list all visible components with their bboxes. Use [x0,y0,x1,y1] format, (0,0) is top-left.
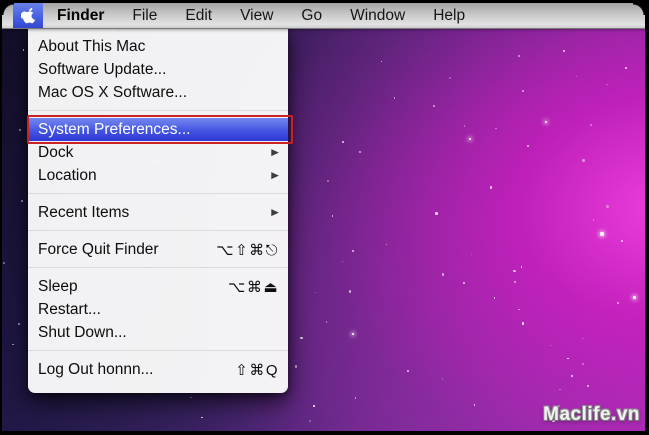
menu-item-shortcut: ⌥⌘⏏ [228,278,279,296]
menu-item-label: Location [38,166,97,184]
menu-item-label: Dock [38,143,74,161]
menubar-item-help[interactable]: Help [419,3,479,28]
menu-item-label: Mac OS X Software... [38,83,188,101]
submenu-arrow-icon: ▶ [271,170,279,181]
apple-menu-button[interactable] [13,3,43,28]
apple-menu-panel: About This Mac Software Update... Mac OS X… [27,28,293,393]
menubar-item-edit[interactable]: Edit [171,3,226,28]
menubar-item-window[interactable]: Window [336,3,419,28]
menu-separator [28,350,288,351]
menu-item-label: About This Mac [38,37,146,55]
menu-item-restart[interactable]: Restart... [28,298,288,321]
menu-item-label: Log Out honnn... [38,360,154,378]
menu-item-force-quit-finder[interactable]: Force Quit Finder ⌥⇧⌘⎋ [28,238,288,261]
menu-item-shut-down[interactable]: Shut Down... [28,321,288,344]
menu-bar: Finder File Edit View Go Window Help [2,3,645,29]
menu-item-dock[interactable]: Dock ▶ [28,141,288,164]
menu-item-sleep[interactable]: Sleep ⌥⌘⏏ [28,275,288,298]
menu-item-shortcut: ⌥⇧⌘⎋ [216,241,279,259]
menubar-item-go[interactable]: Go [287,3,336,28]
menu-item-label: Restart... [38,300,101,318]
submenu-arrow-icon: ▶ [271,147,279,158]
watermark: Maclife.vn [543,404,640,425]
menu-separator [28,110,288,111]
menu-item-label: Software Update... [38,60,167,78]
menu-item-label: Sleep [38,277,78,295]
menu-item-label: Force Quit Finder [38,240,159,258]
menubar-item-view[interactable]: View [226,3,287,28]
menu-separator [28,193,288,194]
menu-item-recent-items[interactable]: Recent Items ▶ [28,201,288,224]
menu-item-label: Recent Items [38,203,130,221]
menu-item-software-update[interactable]: Software Update... [28,58,288,81]
menubar-items: Finder File Edit View Go Window Help [43,3,479,28]
menu-item-shortcut: ⇧⌘Q [235,361,279,379]
menubar-item-finder[interactable]: Finder [43,3,118,28]
menu-separator [28,267,288,268]
apple-icon [20,7,36,24]
menu-item-mac-os-x-software[interactable]: Mac OS X Software... [28,81,288,104]
menu-separator [28,230,288,231]
menubar-item-file[interactable]: File [118,3,171,28]
menu-item-log-out-honnn[interactable]: Log Out honnn... ⇧⌘Q [28,358,288,381]
menu-item-system-preferences[interactable]: System Preferences... [28,118,288,141]
menu-item-label: Shut Down... [38,323,127,341]
submenu-arrow-icon: ▶ [271,207,279,218]
menu-item-about-this-mac[interactable]: About This Mac [28,35,288,58]
menu-item-location[interactable]: Location ▶ [28,164,288,187]
menu-item-label: System Preferences... [38,120,191,138]
